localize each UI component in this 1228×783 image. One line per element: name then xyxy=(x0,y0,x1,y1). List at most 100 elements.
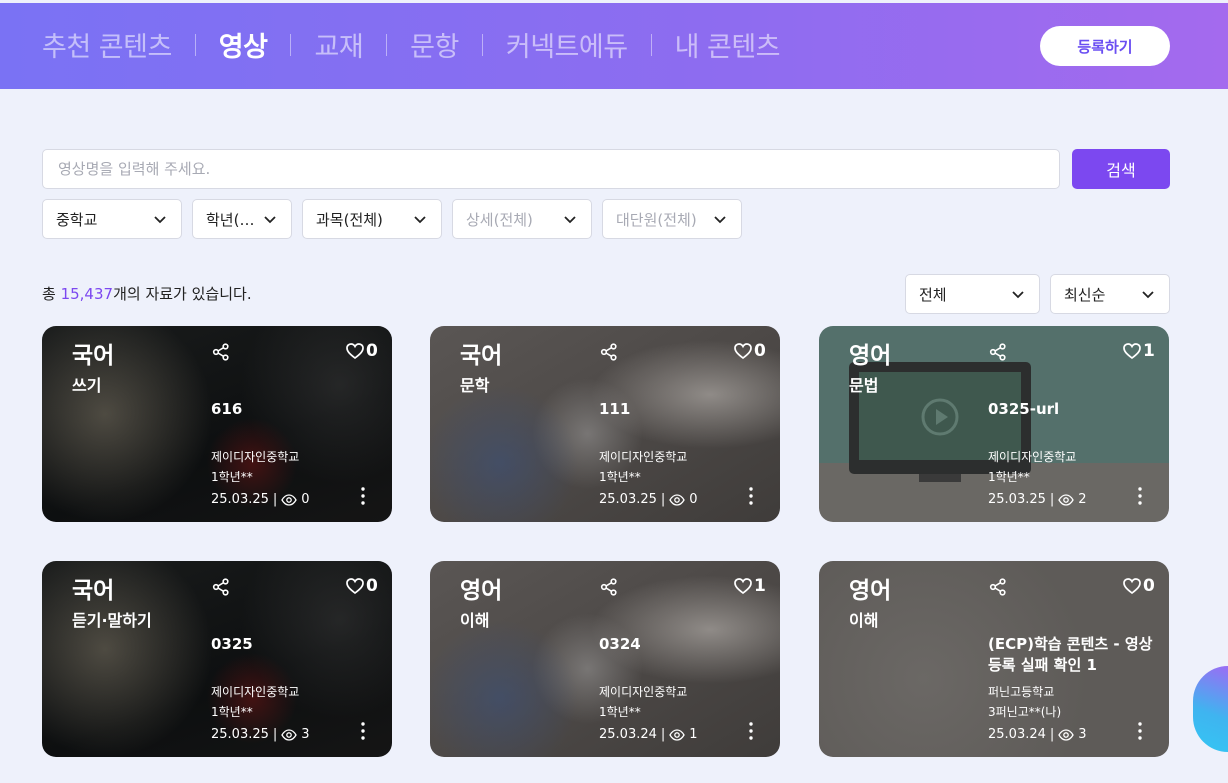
card-topic: 듣기·말하기 xyxy=(72,611,152,630)
card-date: 25.03.24 xyxy=(599,727,657,742)
card-topic: 쓰기 xyxy=(72,376,102,395)
more-vertical-icon[interactable] xyxy=(358,486,368,506)
share-icon[interactable] xyxy=(212,578,230,596)
card-meta: 25.03.25 | 0 xyxy=(211,492,310,507)
chevron-down-icon xyxy=(1012,291,1024,299)
chevron-down-icon xyxy=(564,216,576,224)
chevron-down-icon xyxy=(154,216,166,224)
card-subject: 국어 xyxy=(72,578,115,604)
card-subject: 영어 xyxy=(849,578,892,604)
like-count: 0 xyxy=(754,341,766,361)
video-card[interactable]: 국어 쓰기 0 616 제이디자인중학교 1학년** 25.03.25 | 0 xyxy=(42,326,392,522)
card-topic: 이해 xyxy=(460,611,490,630)
card-topic: 문학 xyxy=(460,376,490,395)
more-vertical-icon[interactable] xyxy=(746,721,756,741)
nav-tab-textbook[interactable]: 교재 xyxy=(314,25,363,64)
card-school: 제이디자인중학교 xyxy=(599,450,688,464)
share-icon[interactable] xyxy=(989,578,1007,596)
result-count-number: 15,437 xyxy=(60,285,114,303)
result-count-suffix: 개의 자료가 있습니다. xyxy=(113,285,252,303)
share-icon[interactable] xyxy=(600,578,618,596)
nav-divider xyxy=(481,33,483,56)
like-button[interactable]: 1 xyxy=(733,576,766,596)
nav-tab-connect-edu[interactable]: 커넥트에듀 xyxy=(506,25,628,64)
more-vertical-icon[interactable] xyxy=(746,486,756,506)
card-meta: 25.03.24 | 1 xyxy=(599,727,698,742)
heart-icon xyxy=(1123,343,1141,360)
card-school: 퍼닌고등학교 xyxy=(988,685,1055,699)
nav-divider xyxy=(650,33,652,56)
eye-icon xyxy=(281,728,298,741)
video-card[interactable]: 영어 이해 0 (ECP)학습 콘텐츠 - 영상 등록 실패 확인 1 퍼닌고등… xyxy=(819,561,1169,757)
scope-select[interactable]: 전체 xyxy=(905,274,1040,314)
nav-tab-recommended[interactable]: 추천 콘텐츠 xyxy=(42,25,172,64)
share-icon[interactable] xyxy=(212,343,230,361)
more-vertical-icon[interactable] xyxy=(1135,721,1145,741)
card-subject: 영어 xyxy=(460,578,503,604)
filter-subject-value: 과목(전체) xyxy=(316,210,383,229)
nav-tab-video[interactable]: 영상 xyxy=(219,25,268,64)
card-topic: 문법 xyxy=(849,376,879,395)
like-button[interactable]: 0 xyxy=(345,576,378,596)
like-button[interactable]: 0 xyxy=(345,341,378,361)
video-card[interactable]: 영어 문법 1 0325-url 제이디자인중학교 1학년** 25.03.25… xyxy=(819,326,1169,522)
card-views: 0 xyxy=(689,492,698,507)
card-title: (ECP)학습 콘텐츠 - 영상 등록 실패 확인 1 xyxy=(988,635,1153,674)
card-views: 3 xyxy=(1078,727,1087,742)
eye-icon xyxy=(1058,493,1075,506)
like-button[interactable]: 1 xyxy=(1122,341,1155,361)
nav-tab-questions[interactable]: 문항 xyxy=(410,25,459,64)
card-subject: 영어 xyxy=(849,343,892,369)
sort-select-value: 최신순 xyxy=(1064,285,1106,304)
card-date: 25.03.25 xyxy=(211,492,269,507)
card-meta: 25.03.25 | 3 xyxy=(211,727,310,742)
card-title: 0325-url xyxy=(988,400,1060,418)
card-grade: 1학년** xyxy=(211,470,253,484)
eye-icon xyxy=(281,493,298,506)
video-card[interactable]: 국어 문학 0 111 제이디자인중학교 1학년** 25.03.25 | 0 xyxy=(430,326,780,522)
share-icon[interactable] xyxy=(600,343,618,361)
card-meta: 25.03.24 | 3 xyxy=(988,727,1087,742)
like-count: 0 xyxy=(1143,576,1155,596)
like-button[interactable]: 0 xyxy=(1122,576,1155,596)
nav-divider xyxy=(290,33,292,56)
nav-tab-my-content[interactable]: 내 콘텐츠 xyxy=(675,25,781,64)
filter-school-level[interactable]: 중학교 xyxy=(42,199,182,239)
card-title: 0325 xyxy=(211,635,253,653)
heart-icon xyxy=(346,343,364,360)
filter-grade[interactable]: 학년(… xyxy=(192,199,292,239)
heart-icon xyxy=(734,578,752,595)
filter-subject[interactable]: 과목(전체) xyxy=(302,199,442,239)
filter-detail-value: 상세(전체) xyxy=(466,210,533,229)
search-button[interactable]: 검색 xyxy=(1072,149,1170,189)
card-meta: 25.03.25 | 2 xyxy=(988,492,1087,507)
video-card[interactable]: 국어 듣기·말하기 0 0325 제이디자인중학교 1학년** 25.03.25… xyxy=(42,561,392,757)
card-date: 25.03.24 xyxy=(988,727,1046,742)
card-views: 3 xyxy=(301,727,310,742)
result-count-text: 총 15,437개의 자료가 있습니다. xyxy=(42,283,252,304)
chevron-down-icon xyxy=(1142,291,1154,299)
filter-detail[interactable]: 상세(전체) xyxy=(452,199,592,239)
card-school: 제이디자인중학교 xyxy=(599,685,688,699)
card-school: 제이디자인중학교 xyxy=(211,685,300,699)
sort-select[interactable]: 최신순 xyxy=(1050,274,1170,314)
like-count: 1 xyxy=(754,576,766,596)
monitor-stand xyxy=(919,474,961,482)
card-date: 25.03.25 xyxy=(599,492,657,507)
like-button[interactable]: 0 xyxy=(733,341,766,361)
eye-icon xyxy=(669,728,686,741)
chatbot-floating-button[interactable] xyxy=(1193,666,1228,752)
search-input[interactable] xyxy=(42,149,1060,189)
more-vertical-icon[interactable] xyxy=(1135,486,1145,506)
register-button[interactable]: 등록하기 xyxy=(1040,26,1170,66)
nav-divider xyxy=(386,33,388,56)
card-title: 616 xyxy=(211,400,243,418)
filter-grade-value: 학년(… xyxy=(206,210,255,229)
filter-unit[interactable]: 대단원(전체) xyxy=(602,199,742,239)
like-count: 0 xyxy=(366,576,378,596)
more-vertical-icon[interactable] xyxy=(358,721,368,741)
card-title: 111 xyxy=(599,400,631,418)
heart-icon xyxy=(734,343,752,360)
share-icon[interactable] xyxy=(989,343,1007,361)
video-card[interactable]: 영어 이해 1 0324 제이디자인중학교 1학년** 25.03.24 | 1 xyxy=(430,561,780,757)
